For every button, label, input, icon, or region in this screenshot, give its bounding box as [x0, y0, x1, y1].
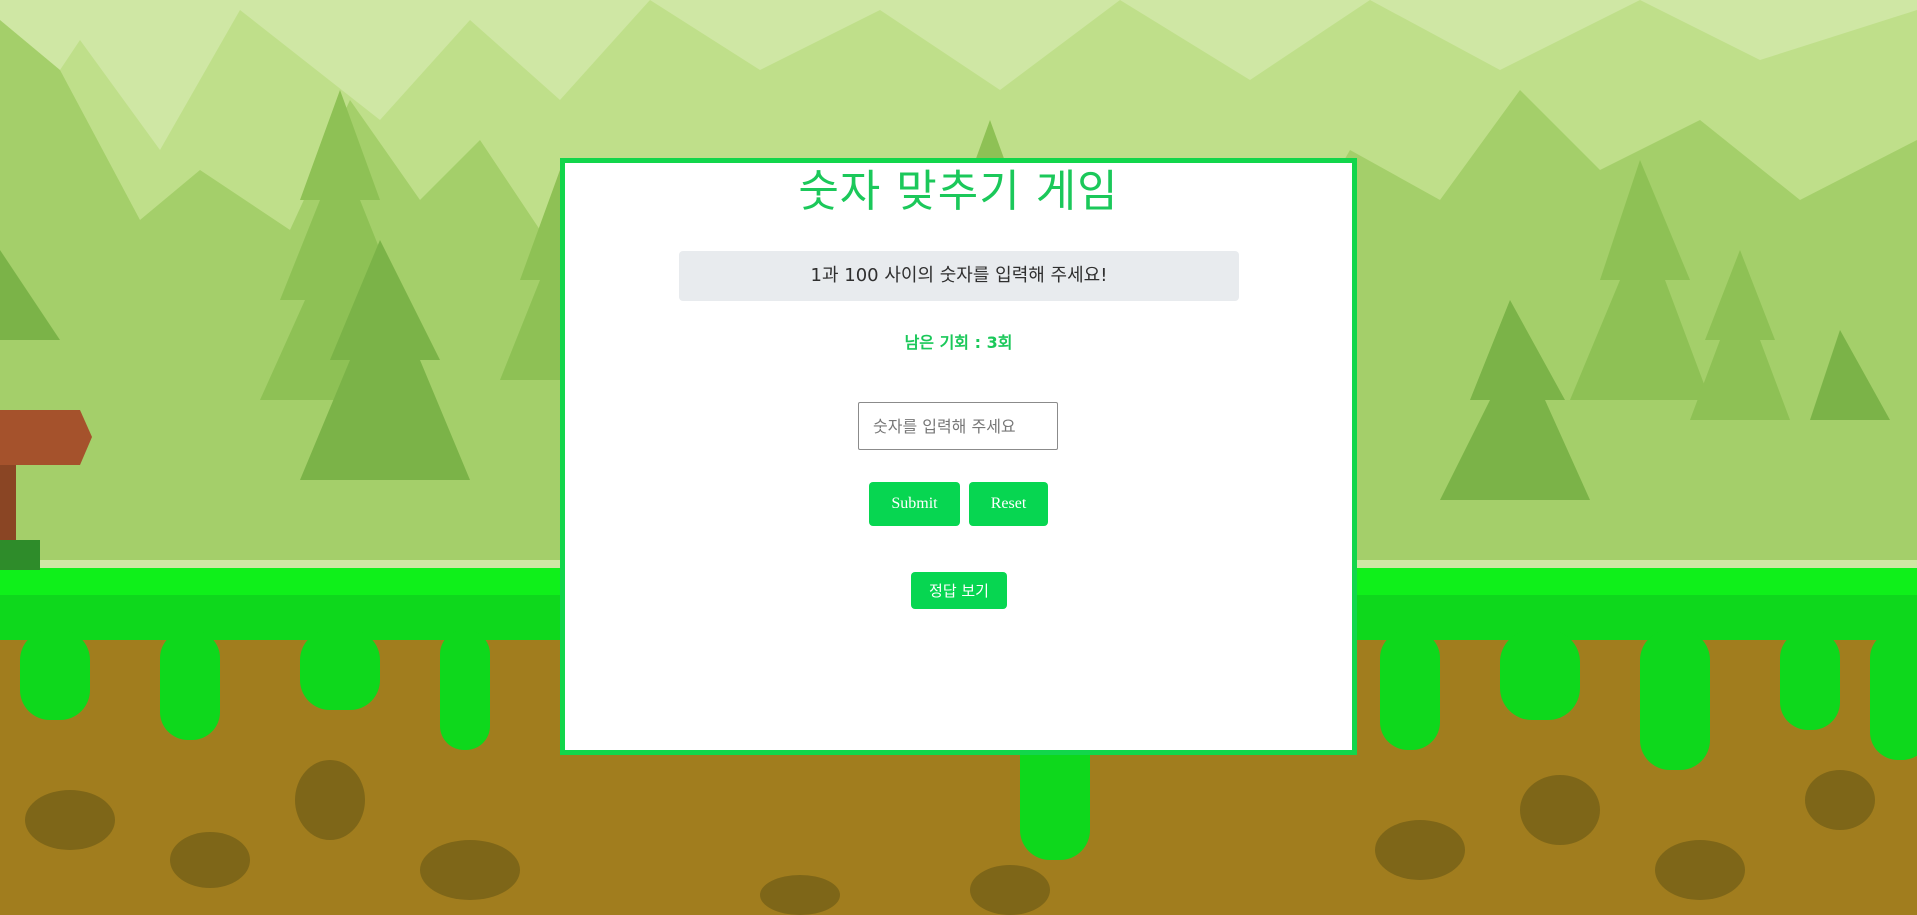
remaining-chances: 남은 기회 : 3회 — [904, 333, 1013, 352]
reset-button[interactable]: Reset — [969, 482, 1048, 526]
game-scene: 숫자 맞추기 게임 1과 100 사이의 숫자를 입력해 주세요! 남은 기회 … — [0, 0, 1917, 915]
result-message: 1과 100 사이의 숫자를 입력해 주세요! — [679, 251, 1239, 301]
page-title: 숫자 맞추기 게임 — [798, 166, 1119, 217]
game-panel: 숫자 맞추기 게임 1과 100 사이의 숫자를 입력해 주세요! 남은 기회 … — [560, 158, 1357, 755]
submit-button[interactable]: Submit — [869, 482, 960, 526]
number-input[interactable] — [858, 402, 1058, 450]
show-answer-button[interactable]: 정답 보기 — [911, 572, 1007, 609]
